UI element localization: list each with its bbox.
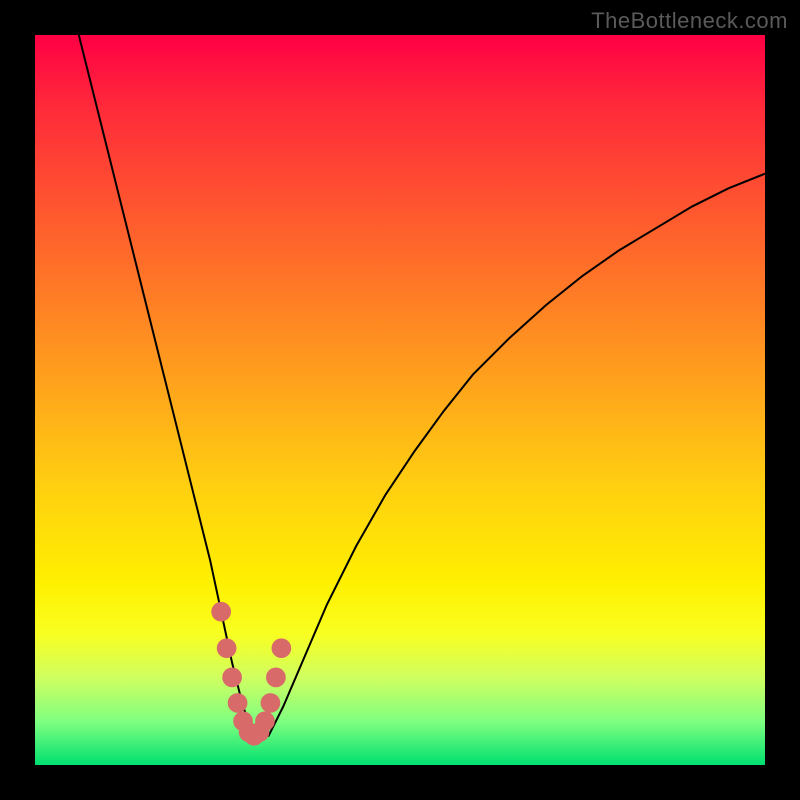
watermark-text: TheBottleneck.com <box>591 8 788 34</box>
chart-background-gradient <box>35 35 765 765</box>
